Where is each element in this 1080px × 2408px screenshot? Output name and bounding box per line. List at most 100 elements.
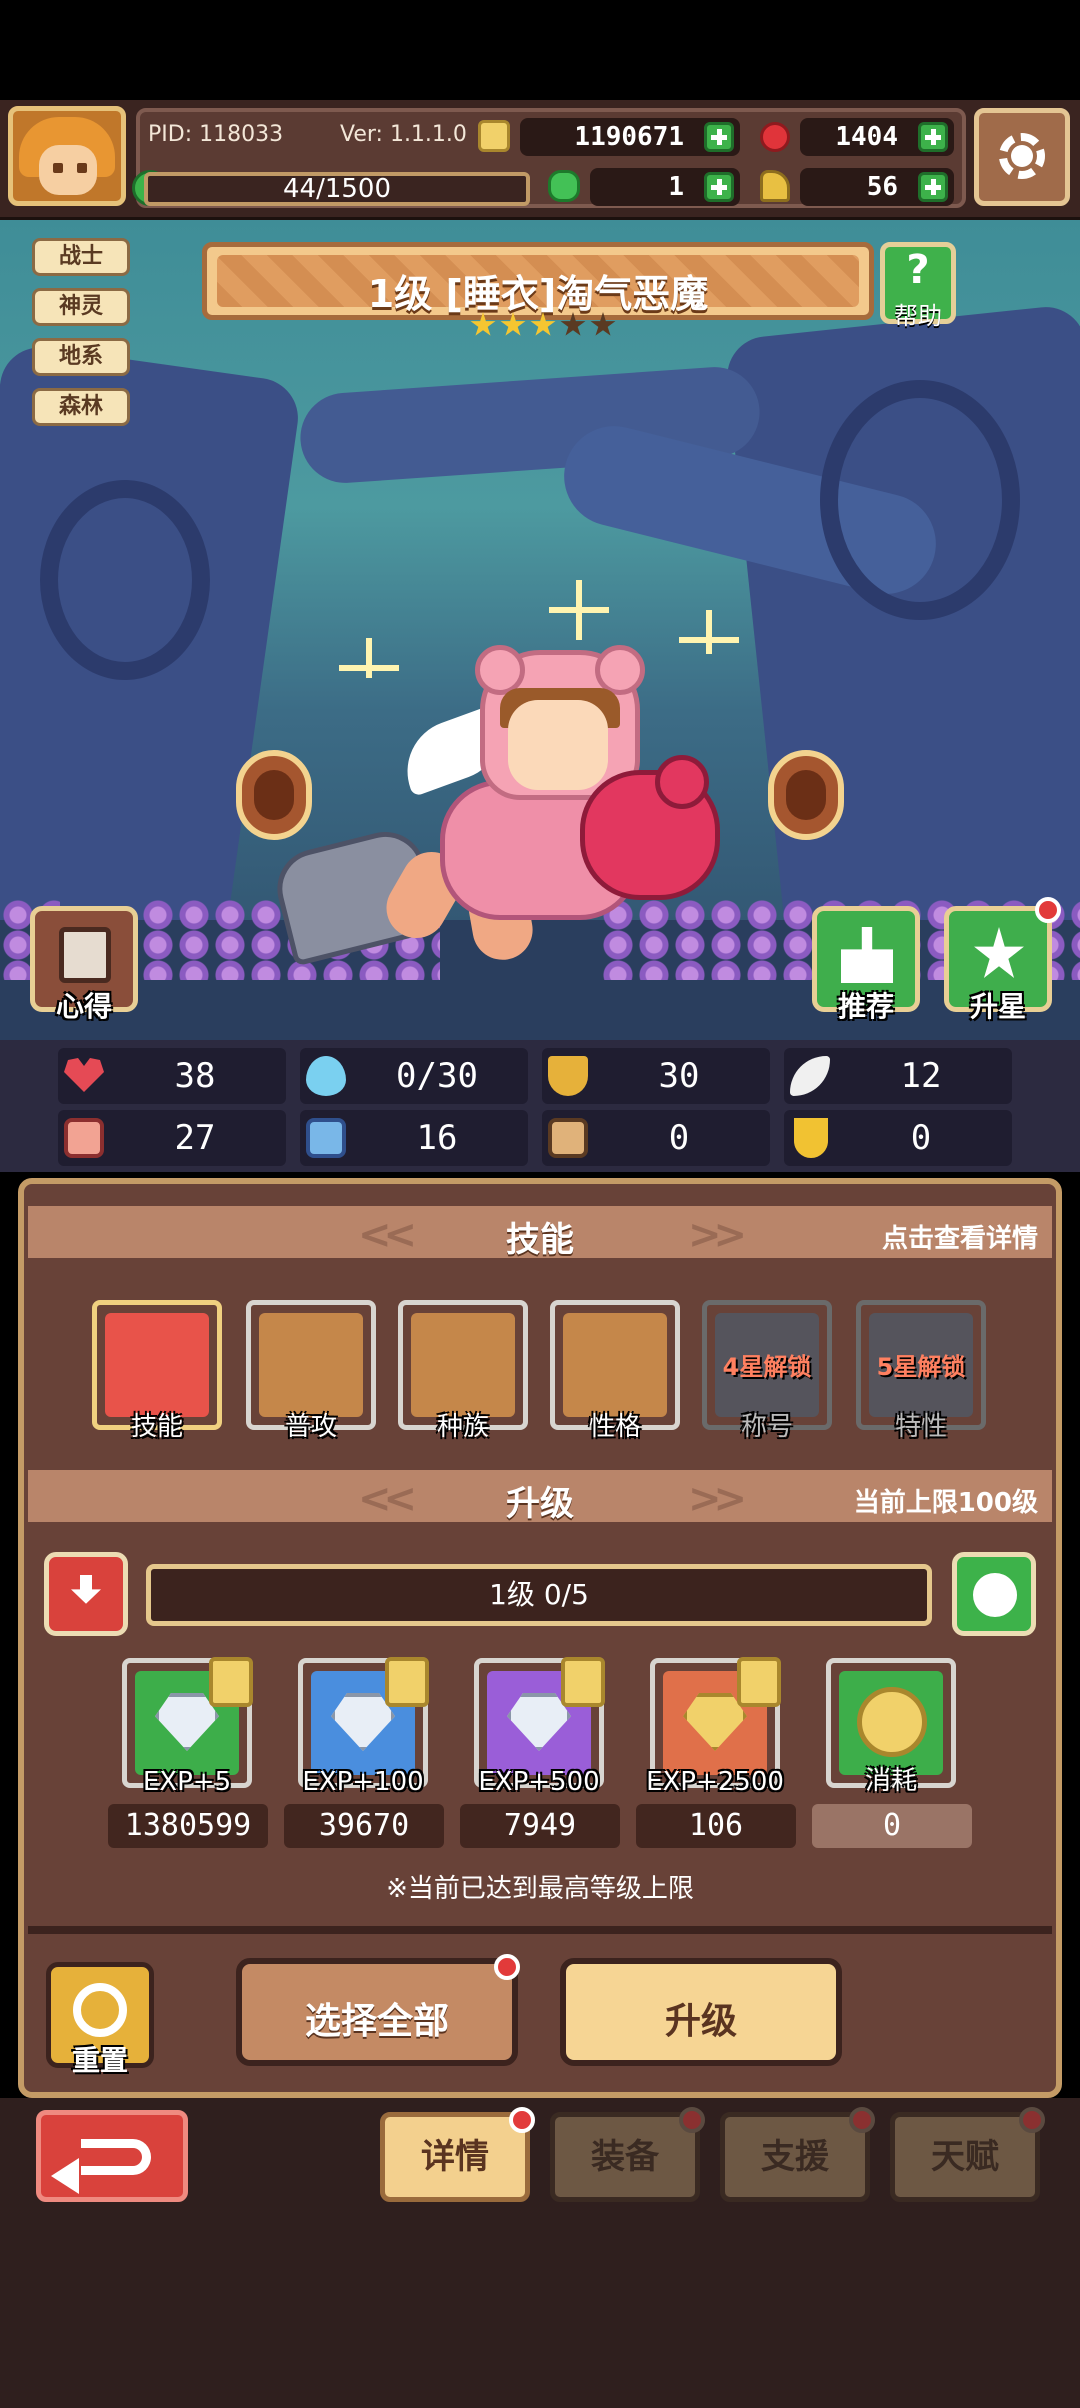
stat-magic: 16 [300,1110,528,1166]
skill-label: 特性 [894,1412,947,1442]
settings-button[interactable] [974,108,1070,206]
player-avatar[interactable] [8,106,126,206]
tab-equipment[interactable]: 装备 [550,2107,705,2202]
tab-label: 天赋 [931,2137,999,2177]
item-count: 106 [636,1804,796,1848]
stat-value: 0 [668,1118,690,1158]
stat-value: 0 [910,1118,932,1158]
chevron-right-icon: >> [688,1212,747,1258]
left-orb-icon[interactable] [236,750,312,840]
gear-hub [1011,145,1033,167]
game-version: Ver: 1.1.1.0 [340,122,467,147]
heart-icon [64,1058,104,1092]
clover-value: 1 [668,172,684,202]
tab-label: 支援 [761,2137,829,2177]
tag-element[interactable]: 地系 [32,338,130,376]
hero-tags: 战士 神灵 地系 森林 [32,238,130,438]
stat-luck: 0 [784,1110,1012,1166]
tag-faction[interactable]: 神灵 [32,288,130,326]
stat-defense: 30 [542,1048,770,1104]
notification-dot [494,1954,520,1980]
xp-value: 44/1500 [282,174,391,204]
level-progress-text: 1级 0/5 [489,1578,589,1611]
star-up-button[interactable]: 升星 [944,897,1061,1023]
coin-badge-icon [385,1657,429,1707]
select-all-button[interactable]: 选择全部 [236,1954,520,2066]
item-count: 1380599 [108,1804,268,1848]
xp-bar: 44/1500 [144,172,530,206]
gold-coin-icon [478,120,510,152]
stat-value: 30 [658,1056,700,1096]
item-count: 39670 [284,1804,444,1848]
unlock-requirement: 5星解锁 [876,1353,966,1381]
stat-value: 12 [900,1056,942,1096]
ruby-icon [760,122,790,152]
help-button[interactable]: ? 帮助 [880,242,956,330]
tag-class[interactable]: 战士 [32,238,130,276]
exp-item-large[interactable]: EXP+500 [474,1657,605,1797]
exp-item-huge[interactable]: EXP+2500 [646,1657,784,1797]
item-label: EXP+5 [142,1767,232,1797]
tab-talent[interactable]: 天赋 [890,2107,1045,2202]
avatar-face [39,145,97,195]
reset-button[interactable]: 重置 [46,1962,154,2077]
add-horn-button[interactable] [918,172,948,202]
sparkle-icon [339,638,399,678]
notification-dot [679,2107,705,2133]
tree-knot [40,480,210,680]
star-empty-icon [560,312,586,336]
refresh-icon [73,1983,127,2037]
tree-knot [820,380,1020,620]
star-icon [500,312,526,336]
skill-slot-personality[interactable]: 性格 [550,1300,680,1442]
skill-slot-title[interactable]: 4星解锁 称号 [702,1300,832,1442]
add-clover-button[interactable] [704,172,734,202]
hero-character[interactable] [375,640,740,965]
skill-slot-race[interactable]: 种族 [398,1300,528,1442]
stat-speed: 12 [784,1048,1012,1104]
plus-circle-icon [973,1573,1017,1617]
status-bar [0,0,1080,100]
exp-item-small[interactable]: EXP+5 [122,1657,253,1797]
tab-label: 装备 [591,2137,659,2177]
stat-value: 16 [416,1118,458,1158]
add-level-button[interactable] [952,1552,1036,1636]
skill-slot-skill[interactable]: 技能 [92,1300,222,1442]
skill-label: 技能 [130,1412,183,1442]
max-level-notice: ※当前已达到最高等级上限 [386,1874,694,1904]
player-id: PID: 118033 [148,122,284,147]
stat-value: 27 [174,1118,216,1158]
skills-hint[interactable]: 点击查看详情 [882,1218,1038,1255]
thumbs-up-icon [841,927,893,983]
notes-button[interactable]: 心得 [30,906,138,1023]
help-label: 帮助 [894,302,942,330]
add-ruby-button[interactable] [918,122,948,152]
ruby-value: 1404 [835,122,898,152]
skill-label: 普攻 [284,1412,337,1442]
exp-item-medium[interactable]: EXP+100 [298,1657,429,1797]
mana-drop-icon [306,1056,346,1096]
tag-habitat[interactable]: 森林 [32,388,130,426]
reset-label: 重置 [71,2044,128,2077]
skill-slot-attack[interactable]: 普攻 [246,1300,376,1442]
skills-header: << 技能 >> 点击查看详情 [28,1206,1052,1260]
downgrade-button[interactable] [44,1552,128,1636]
gold-counter: 1190671 [520,118,740,156]
hero-face [508,700,608,790]
back-button[interactable] [36,2110,188,2202]
gold-coin-icon [857,1687,927,1757]
recommend-button[interactable]: 推荐 [812,906,920,1023]
upgrade-button[interactable]: 升级 [560,1958,842,2066]
notification-dot [1035,897,1061,923]
recommend-label: 推荐 [837,990,894,1023]
tab-details[interactable]: 详情 [380,2107,535,2202]
avatar-eye [53,163,63,173]
tab-support[interactable]: 支援 [720,2107,875,2202]
add-gold-button[interactable] [704,122,734,152]
clover-icon [548,170,580,202]
skill-label: 称号 [740,1412,793,1442]
star-up-icon [974,927,1024,978]
skill-slot-trait[interactable]: 5星解锁 特性 [856,1300,986,1442]
right-orb-icon[interactable] [768,750,844,840]
notes-icon [59,927,111,983]
